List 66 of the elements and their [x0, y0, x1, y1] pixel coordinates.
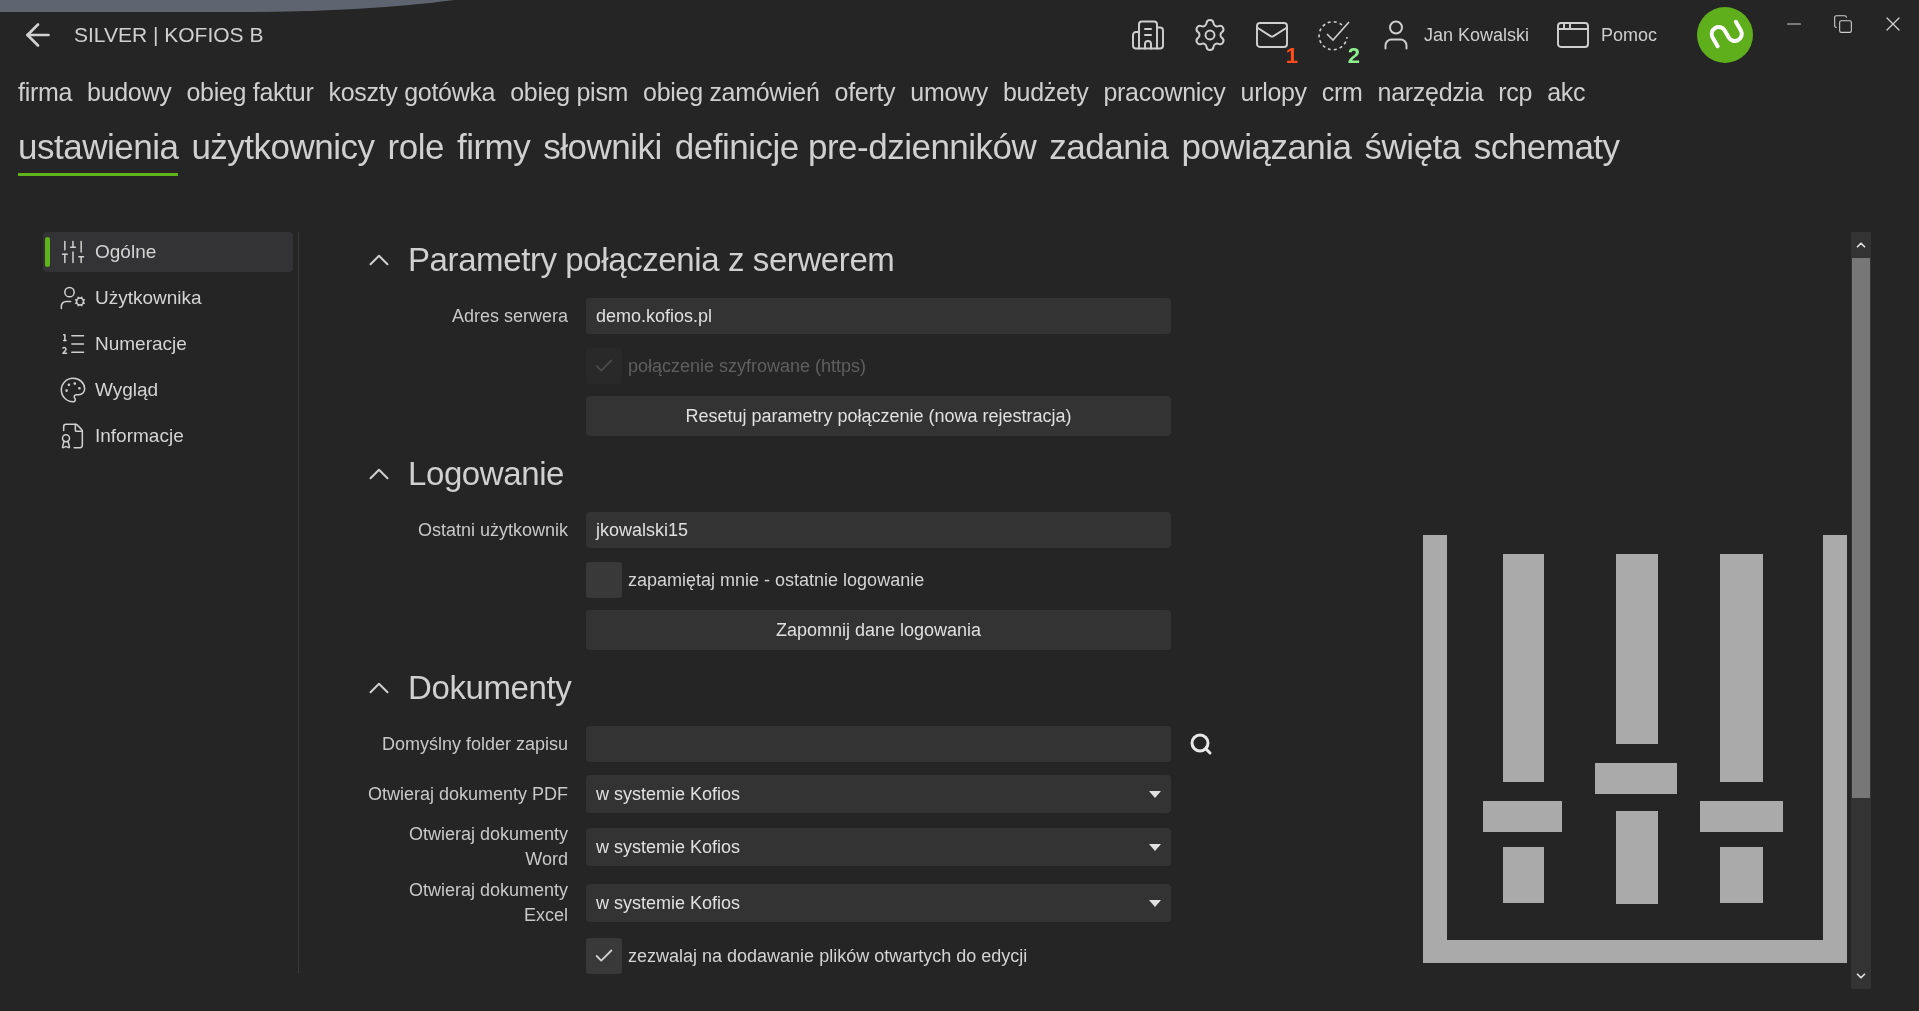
sidebar-item[interactable]: Użytkownika — [43, 278, 293, 318]
module-link[interactable]: budowy — [87, 77, 172, 107]
module-link[interactable]: akc — [1547, 77, 1586, 107]
count-label: 2 — [1347, 43, 1360, 69]
checkbox-label: połączenie szyfrowane (https) — [628, 355, 867, 377]
checkbox-label: zezwalaj na dodawanie plików otwartych do edycji — [628, 945, 1028, 967]
field-label: Otwieraj dokumenty Excel — [407, 879, 568, 927]
module-link[interactable]: budżety — [1003, 77, 1089, 107]
field-label: Otwieraj dokumenty Word — [407, 823, 568, 871]
module-link[interactable]: obieg faktur — [186, 77, 314, 107]
settings-tab[interactable]: użytkownicy — [191, 126, 375, 176]
sidebar-icon — [59, 376, 87, 404]
settings-tab[interactable]: firmy — [456, 126, 531, 176]
settings-tab[interactable]: słowniki — [543, 126, 662, 176]
settings-tab[interactable]: definicje pre-dzienników — [674, 126, 1037, 176]
section-title: Parametry połączenia z serwerem — [408, 241, 895, 279]
module-link[interactable]: crm — [1321, 77, 1363, 107]
module-link[interactable]: oferty — [834, 77, 896, 107]
field-label: Otwieraj dokumenty PDF — [366, 782, 568, 806]
scrollbar[interactable] — [1851, 232, 1871, 989]
field-label: Domyślny folder zapisu — [380, 732, 568, 756]
toolbar-label[interactable]: Pomoc — [1600, 24, 1657, 46]
section-title: Logowanie — [408, 455, 565, 493]
module-link[interactable]: obieg zamówień — [643, 77, 820, 107]
window-title: SILVER | KOFIOS B — [74, 23, 264, 47]
caret-icon — [1149, 843, 1161, 851]
settings-tab[interactable]: zadania — [1049, 126, 1169, 176]
module-link[interactable]: firma — [18, 77, 73, 107]
input-field[interactable]: jkowalski15 — [586, 512, 1171, 548]
settings-tab[interactable]: ustawienia — [18, 126, 179, 176]
dropdown[interactable]: w systemie Kofios — [586, 775, 1171, 813]
dropdown[interactable]: w systemie Kofios — [586, 884, 1171, 922]
sidebar-icon — [59, 238, 87, 266]
sidebar-item[interactable]: Informacje — [43, 416, 293, 456]
field-label: Ostatni użytkownik — [416, 518, 568, 542]
sidebar-item[interactable]: Wygląd — [43, 370, 293, 410]
checkbox-label: zapamiętaj mnie - ostatnie logowanie — [628, 569, 925, 591]
settings-tab[interactable]: schematy — [1473, 126, 1620, 176]
section-title: Dokumenty — [408, 669, 572, 707]
caret-icon — [1149, 790, 1161, 798]
sidebar-item[interactable]: Numeracje — [43, 324, 293, 364]
module-link[interactable]: narzędzia — [1377, 77, 1484, 107]
dropdown[interactable]: w systemie Kofios — [586, 828, 1171, 866]
sidebar-item[interactable]: Ogólne — [43, 232, 293, 272]
module-link[interactable]: obieg pism — [510, 77, 629, 107]
settings-tab[interactable]: powiązania — [1181, 126, 1352, 176]
logo-icon — [1697, 7, 1753, 63]
count-label: 1 — [1285, 43, 1298, 69]
field-label: Adres serwera — [450, 304, 568, 328]
search-icon[interactable] — [1189, 732, 1213, 756]
sidebar-icon — [59, 284, 87, 312]
module-link[interactable]: rcp — [1498, 77, 1533, 107]
input-field[interactable]: demo.kofios.pl — [586, 298, 1171, 334]
restore-icon[interactable] — [1833, 14, 1853, 34]
caret-icon — [1149, 899, 1161, 907]
module-link[interactable]: urlopy — [1240, 77, 1307, 107]
module-link[interactable]: pracownicy — [1103, 77, 1226, 107]
toolbar-label[interactable]: Jan Kowalski — [1423, 24, 1529, 46]
checkbox[interactable] — [586, 938, 622, 974]
settings-tab[interactable]: role — [387, 126, 444, 176]
action-button[interactable]: Zapomnij dane logowania — [586, 610, 1171, 650]
module-link[interactable]: koszty gotówka — [328, 77, 496, 107]
module-link[interactable]: umowy — [910, 77, 988, 107]
settings-tab[interactable]: święta — [1364, 126, 1461, 176]
action-button[interactable]: Resetuj parametry połączenie (nowa rejestracja) — [586, 396, 1171, 436]
selection-marker — [45, 237, 50, 267]
